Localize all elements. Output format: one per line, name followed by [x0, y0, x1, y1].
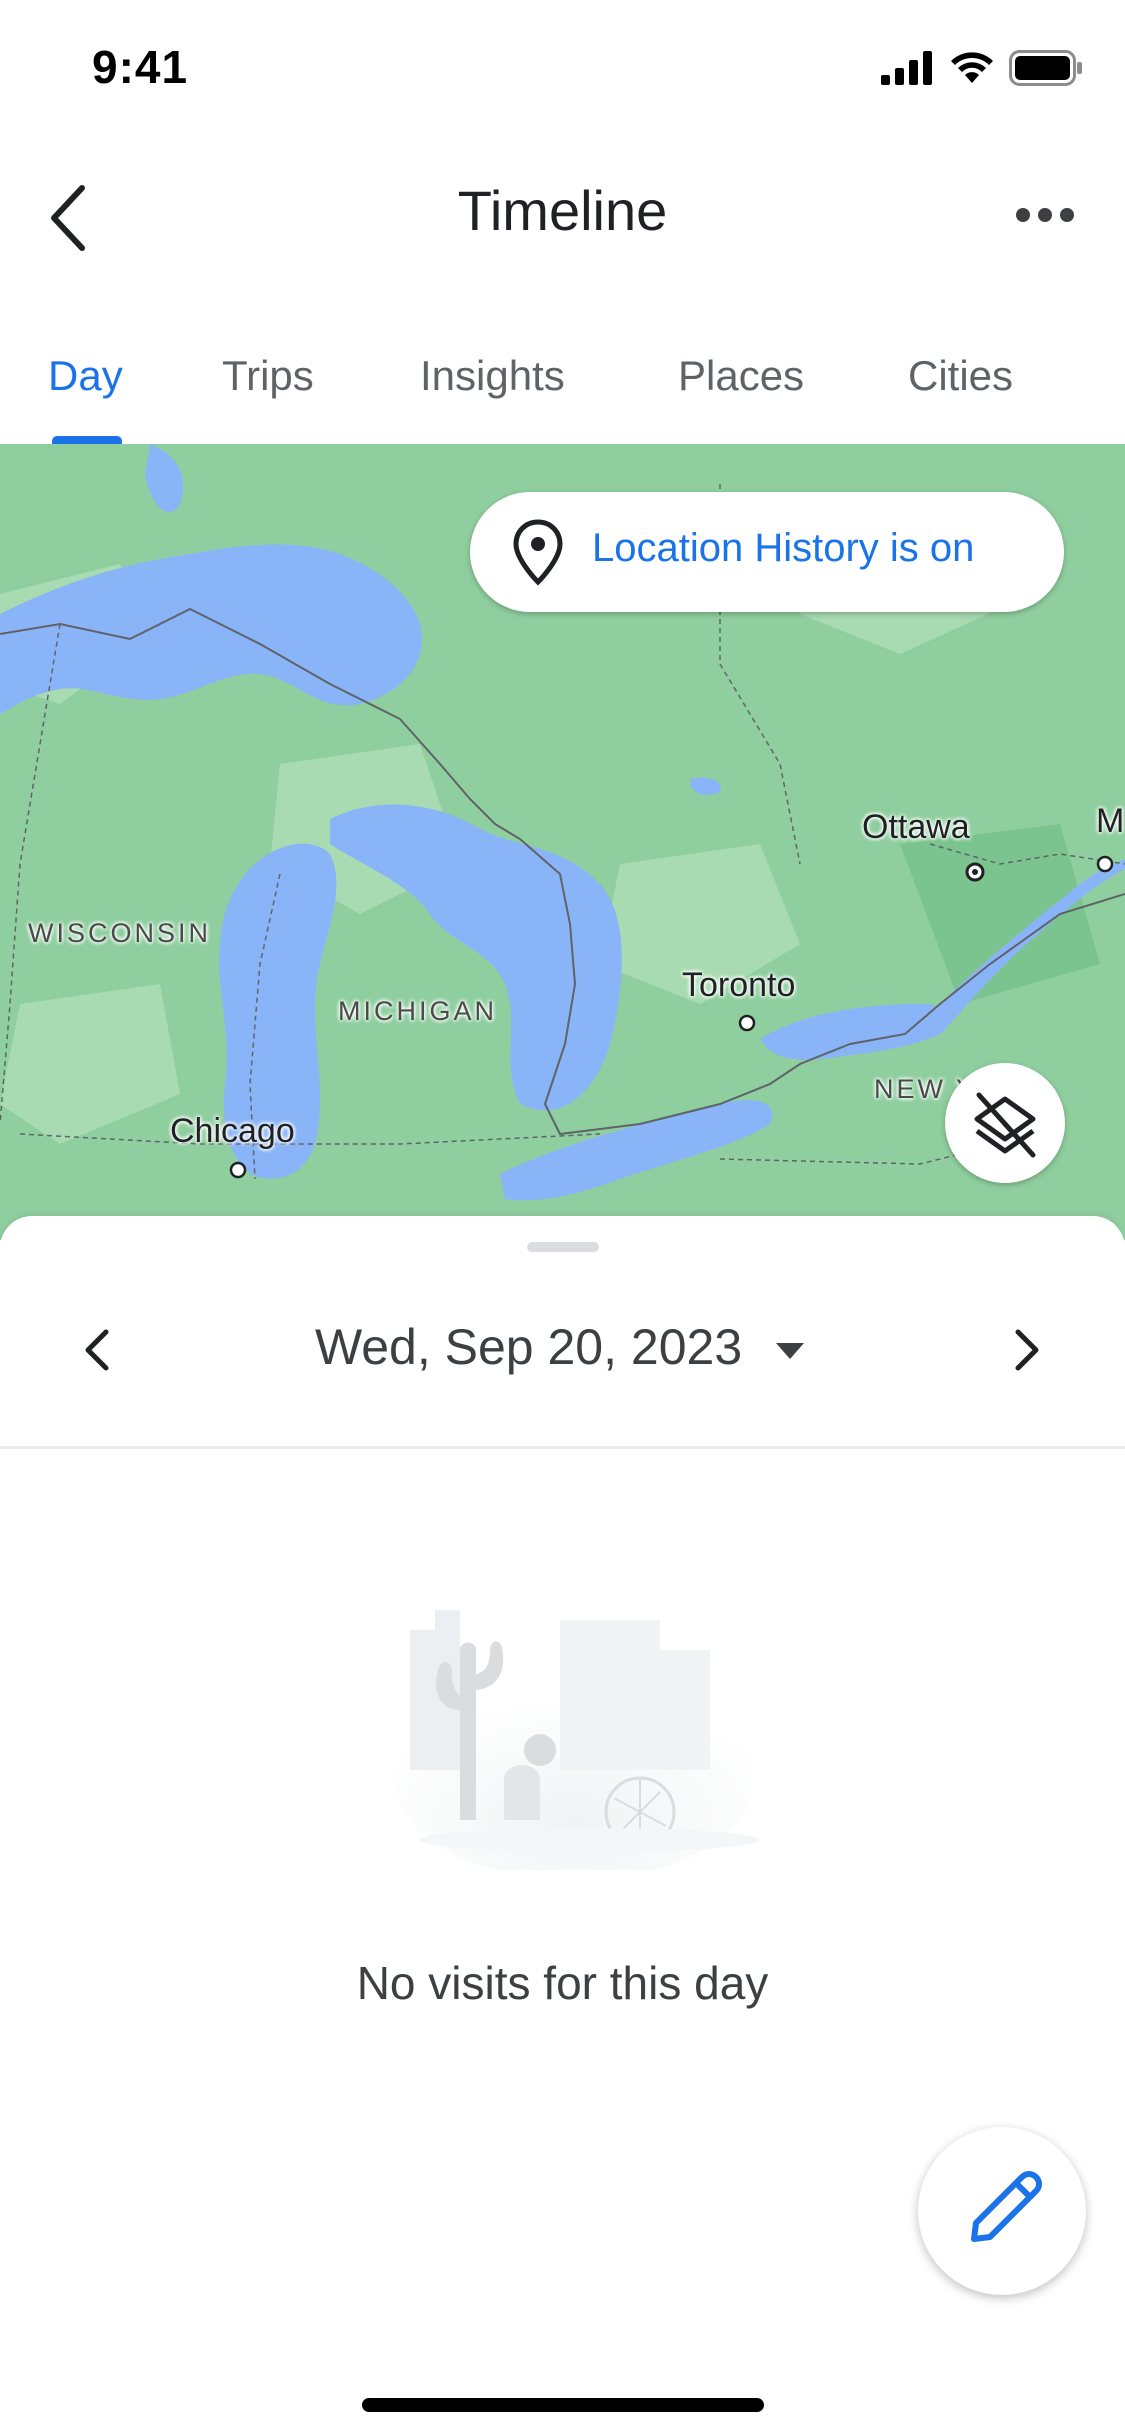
signal-icon	[881, 51, 932, 85]
tab-trips[interactable]: Trips	[222, 352, 314, 400]
date-selector[interactable]: Wed, Sep 20, 2023	[0, 1318, 1125, 1376]
tab-insights[interactable]: Insights	[420, 352, 565, 400]
map-label-wisconsin: WISCONSIN	[28, 918, 212, 948]
next-day-button[interactable]	[990, 1310, 1062, 1390]
status-time: 9:41	[92, 41, 189, 93]
tab-day[interactable]: Day	[48, 352, 123, 400]
sheet-divider	[0, 1446, 1125, 1449]
desert-cactus-illustration	[390, 1550, 760, 1880]
map-label-chicago: Chicago	[170, 1112, 295, 1150]
pencil-icon	[971, 2171, 1042, 2242]
location-history-chip[interactable]: Location History is on	[470, 492, 1064, 612]
status-icons	[881, 50, 1083, 86]
map-label-michigan: MICHIGAN	[338, 996, 497, 1026]
battery-icon	[1009, 50, 1082, 86]
page-title: Timeline	[457, 179, 668, 242]
layers-off-icon	[974, 1092, 1036, 1158]
map-label-toronto: Toronto	[682, 966, 796, 1004]
caret-down-icon	[776, 1342, 805, 1359]
location-pin-icon	[513, 519, 563, 586]
chevron-right-icon	[1015, 1329, 1039, 1371]
selected-date: Wed, Sep 20, 2023	[314, 1319, 743, 1375]
more-options-button[interactable]	[1000, 180, 1090, 250]
empty-state-message: No visits for this day	[356, 1957, 769, 2009]
wifi-icon	[951, 52, 993, 83]
map-label-m-partial: M	[1096, 802, 1125, 840]
location-history-label: Location History is on	[592, 526, 975, 570]
tab-bar: Day Trips Insights Places Cities	[0, 340, 1125, 445]
map-layers-button[interactable]	[945, 1063, 1065, 1183]
sheet-drag-handle[interactable]	[527, 1242, 599, 1252]
map-label-ottawa: Ottawa	[862, 808, 970, 846]
edit-fab[interactable]	[918, 2127, 1086, 2295]
tab-places[interactable]: Places	[678, 352, 804, 400]
more-horizontal-icon	[1016, 208, 1074, 222]
tab-cities[interactable]: Cities	[908, 352, 1013, 400]
home-indicator[interactable]	[362, 2398, 764, 2412]
